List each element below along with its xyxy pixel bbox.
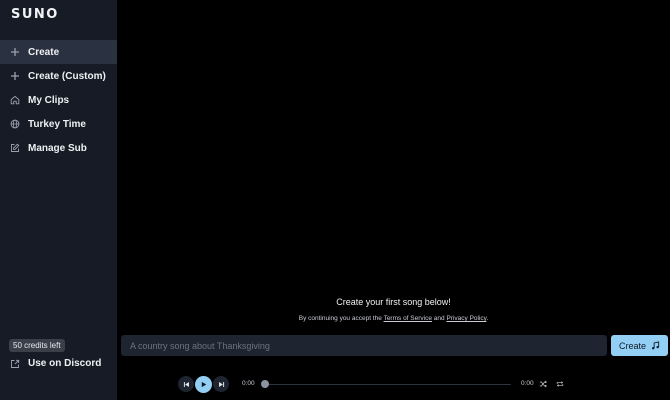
plus-icon bbox=[10, 71, 20, 81]
terms-of-service-link[interactable]: Terms of Service bbox=[384, 315, 432, 322]
play-button[interactable] bbox=[195, 375, 212, 393]
current-time: 0:00 bbox=[242, 380, 255, 387]
terms-prefix: By continuing you accept the bbox=[298, 315, 382, 322]
page-headline: Create your first song below! bbox=[336, 297, 451, 307]
sidebar: SUNO Create Create (Custom) My Clips Tur… bbox=[0, 0, 117, 400]
discord-label: Use on Discord bbox=[28, 358, 102, 369]
song-prompt-input[interactable] bbox=[121, 335, 607, 356]
shuffle-icon bbox=[539, 380, 547, 388]
skip-forward-icon bbox=[218, 381, 224, 387]
sidebar-item-label: Create (Custom) bbox=[28, 70, 106, 82]
progress-track[interactable] bbox=[265, 383, 511, 385]
create-button[interactable]: Create bbox=[611, 335, 668, 356]
home-icon bbox=[10, 95, 20, 105]
repeat-icon bbox=[556, 381, 564, 387]
edit-icon bbox=[10, 143, 20, 153]
skip-back-icon bbox=[183, 381, 189, 387]
audio-player: 0:00 0:00 bbox=[117, 374, 670, 394]
next-track-button[interactable] bbox=[213, 376, 229, 392]
sidebar-item-label: Manage Sub bbox=[28, 142, 87, 154]
terms-notice: By continuing you accept the Terms of Se… bbox=[117, 315, 670, 322]
play-icon bbox=[201, 381, 207, 387]
credits-badge: 50 credits left bbox=[9, 339, 65, 352]
sidebar-item-manage-sub[interactable]: Manage Sub bbox=[0, 136, 117, 160]
globe-icon bbox=[10, 119, 20, 129]
sidebar-item-my-clips[interactable]: My Clips bbox=[0, 88, 117, 112]
terms-and: and bbox=[433, 315, 445, 322]
music-note-icon bbox=[651, 341, 660, 350]
privacy-policy-link[interactable]: Privacy Policy bbox=[446, 315, 486, 322]
use-on-discord-link[interactable]: Use on Discord bbox=[10, 358, 101, 369]
sidebar-item-create[interactable]: Create bbox=[0, 40, 117, 64]
sidebar-item-label: Create bbox=[28, 46, 60, 58]
sidebar-item-turkey-time[interactable]: Turkey Time bbox=[0, 112, 117, 136]
terms-suffix: . bbox=[486, 315, 489, 322]
external-link-icon bbox=[10, 359, 20, 369]
sidebar-item-label: My Clips bbox=[28, 94, 70, 106]
shuffle-button[interactable] bbox=[539, 380, 547, 388]
sidebar-nav: Create Create (Custom) My Clips Turkey T… bbox=[0, 40, 117, 160]
repeat-button[interactable] bbox=[556, 380, 564, 388]
sidebar-item-label: Turkey Time bbox=[28, 118, 86, 130]
main-panel: Create your first song below! By continu… bbox=[117, 0, 670, 400]
previous-track-button[interactable] bbox=[178, 376, 194, 392]
sidebar-item-create-custom[interactable]: Create (Custom) bbox=[0, 64, 117, 88]
plus-icon bbox=[10, 47, 20, 57]
duration-time: 0:00 bbox=[521, 380, 534, 387]
create-button-label: Create bbox=[618, 340, 646, 351]
suno-logo[interactable]: SUNO bbox=[11, 7, 59, 22]
progress-thumb[interactable] bbox=[261, 380, 269, 388]
